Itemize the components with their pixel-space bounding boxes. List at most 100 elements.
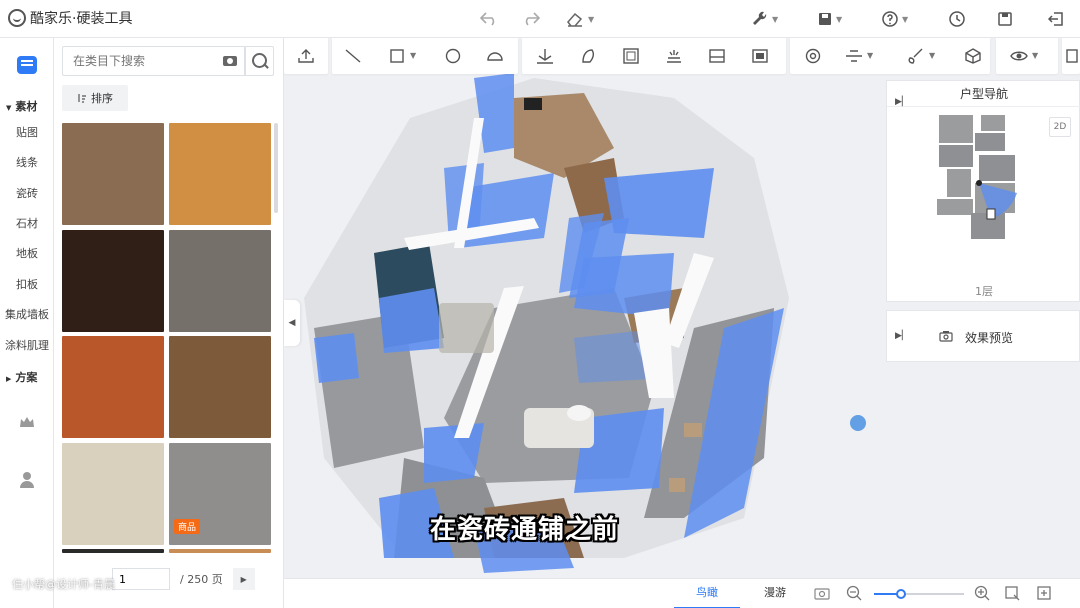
mode-bird-view[interactable]: 鸟瞰 [674, 579, 740, 608]
zoom-fit-icon[interactable] [1004, 585, 1020, 601]
page-total: / 250 页 [180, 573, 223, 586]
camera-icon[interactable] [986, 208, 996, 220]
frame-tool-icon[interactable] [622, 48, 640, 64]
chevron-down-icon: ▼ [1032, 51, 1039, 60]
minimap[interactable] [935, 113, 1021, 243]
target-tool-icon[interactable] [804, 48, 822, 64]
material-scrollbar[interactable] [274, 123, 278, 213]
minimap-room [939, 115, 973, 143]
redo-button[interactable] [522, 9, 540, 29]
material-tile[interactable] [62, 230, 164, 332]
sort-button[interactable]: 排序 [62, 85, 128, 111]
more-tool-icon[interactable] [1066, 48, 1078, 64]
zoom-slider[interactable] [874, 589, 964, 599]
nav-group-materials[interactable]: ▼ 素材 [6, 98, 37, 114]
zoom-out-icon[interactable] [846, 585, 862, 601]
material-tile[interactable] [169, 230, 271, 332]
camera-icon[interactable] [223, 56, 237, 66]
sort-icon [78, 94, 86, 103]
mode-walkthrough[interactable]: 漫游 [742, 579, 808, 608]
cube-tool-icon[interactable] [964, 48, 982, 64]
navigator-title: ▶▏ 户型导航 [887, 81, 1080, 107]
grid-tool-icon[interactable] [751, 48, 769, 64]
circle-tool-icon[interactable] [444, 48, 462, 64]
crown-icon[interactable] [19, 416, 35, 428]
undo-button[interactable] [480, 9, 498, 29]
user-icon[interactable] [20, 472, 34, 488]
search-button[interactable] [244, 46, 274, 76]
eraser-button[interactable]: ▼ [566, 9, 594, 29]
nav-item-wall-panel[interactable]: 集成墙板 [0, 306, 54, 322]
chevron-down-icon: ▼ [588, 14, 595, 24]
minimap-room [981, 115, 1005, 131]
material-tile[interactable] [169, 549, 271, 553]
align-tool[interactable]: ▼ [845, 48, 873, 64]
brush-tool[interactable]: ▼ [907, 48, 935, 64]
logo-icon [8, 9, 26, 27]
camera-settings-icon[interactable] [814, 586, 830, 600]
eye-icon [1010, 51, 1028, 61]
cabinet-tool-icon[interactable] [708, 48, 726, 64]
redo-icon [525, 12, 540, 26]
align-icon [846, 50, 862, 62]
tools-button[interactable]: ▼ [752, 9, 778, 29]
nav-item-tile[interactable]: 瓷砖 [0, 185, 54, 201]
paint-tool-icon[interactable] [579, 48, 597, 64]
camera-position-marker[interactable] [976, 180, 982, 186]
save-icon [819, 13, 831, 25]
next-page-button[interactable]: ▶ [232, 568, 255, 590]
exit-button[interactable] [1048, 9, 1064, 29]
material-tile[interactable] [62, 443, 164, 545]
nav-group-plans[interactable]: ▶ 方案 [6, 369, 37, 385]
chevron-down-icon: ▼ [410, 51, 417, 60]
lighting-tool-icon[interactable] [665, 48, 683, 64]
minimap-room [975, 133, 1005, 151]
dining-table [439, 303, 494, 353]
floor-label[interactable]: 1层 [887, 283, 1080, 299]
material-tile[interactable] [62, 123, 164, 225]
nav-item-molding[interactable]: 线条 [0, 154, 54, 170]
appliance [524, 98, 542, 110]
material-library-icon[interactable] [17, 56, 37, 74]
nav-item-paint[interactable]: 涂料肌理 [0, 337, 54, 353]
rectangle-tool[interactable]: ▼ [388, 48, 416, 64]
material-tile[interactable] [169, 336, 271, 438]
nav-item-stone[interactable]: 石材 [0, 215, 54, 231]
arc-tool-icon[interactable] [486, 48, 504, 64]
app-logo[interactable]: 酷家乐·硬装工具 [8, 8, 132, 28]
upload-icon[interactable] [297, 48, 315, 64]
nav-item-texture[interactable]: 贴图 [0, 124, 54, 140]
nav-item-floor[interactable]: 地板 [0, 245, 54, 261]
zoom-slider-handle[interactable] [896, 589, 906, 599]
expand-arrow-icon[interactable]: ▶▏ [895, 89, 909, 115]
save-draft-button[interactable] [998, 9, 1012, 29]
chair [669, 478, 685, 492]
page-input[interactable] [112, 568, 170, 590]
material-tile[interactable] [62, 549, 164, 553]
help-button[interactable]: ▼ [882, 9, 908, 29]
rectangle-icon [390, 49, 404, 63]
expand-arrow-icon[interactable]: ▶▏ [895, 331, 909, 341]
exit-icon [1048, 12, 1063, 26]
collapse-panel-button[interactable]: ◀ [284, 300, 300, 346]
save-button[interactable]: ▼ [818, 9, 842, 29]
anchor-tool-icon[interactable] [536, 48, 554, 64]
toggle-2d-button[interactable]: 2D [1049, 117, 1071, 137]
chevron-down-icon: ▼ [772, 14, 779, 24]
material-tile[interactable] [62, 336, 164, 438]
zoom-in-icon[interactable] [974, 585, 990, 601]
nav-item-ceiling-panel[interactable]: 扣板 [0, 276, 54, 292]
preview-title[interactable]: 效果预览 [965, 329, 1013, 346]
tool-group-edit [522, 38, 786, 74]
line-tool-icon[interactable] [344, 48, 362, 64]
material-panel: 排序 商品 / 250 页 ▶ [54, 38, 284, 608]
material-tile[interactable] [169, 123, 271, 225]
screenshot-icon[interactable] [1036, 585, 1052, 601]
visibility-tool[interactable]: ▼ [1010, 48, 1038, 64]
search-input[interactable] [63, 47, 203, 75]
tool-group-shapes: ▼ [332, 38, 518, 74]
minimap-room [939, 145, 973, 167]
draw-toolbar: ▼ ▼ ▼ ▼ [284, 38, 1080, 74]
app-title: 酷家乐·硬装工具 [30, 11, 133, 27]
history-button[interactable] [949, 9, 965, 29]
